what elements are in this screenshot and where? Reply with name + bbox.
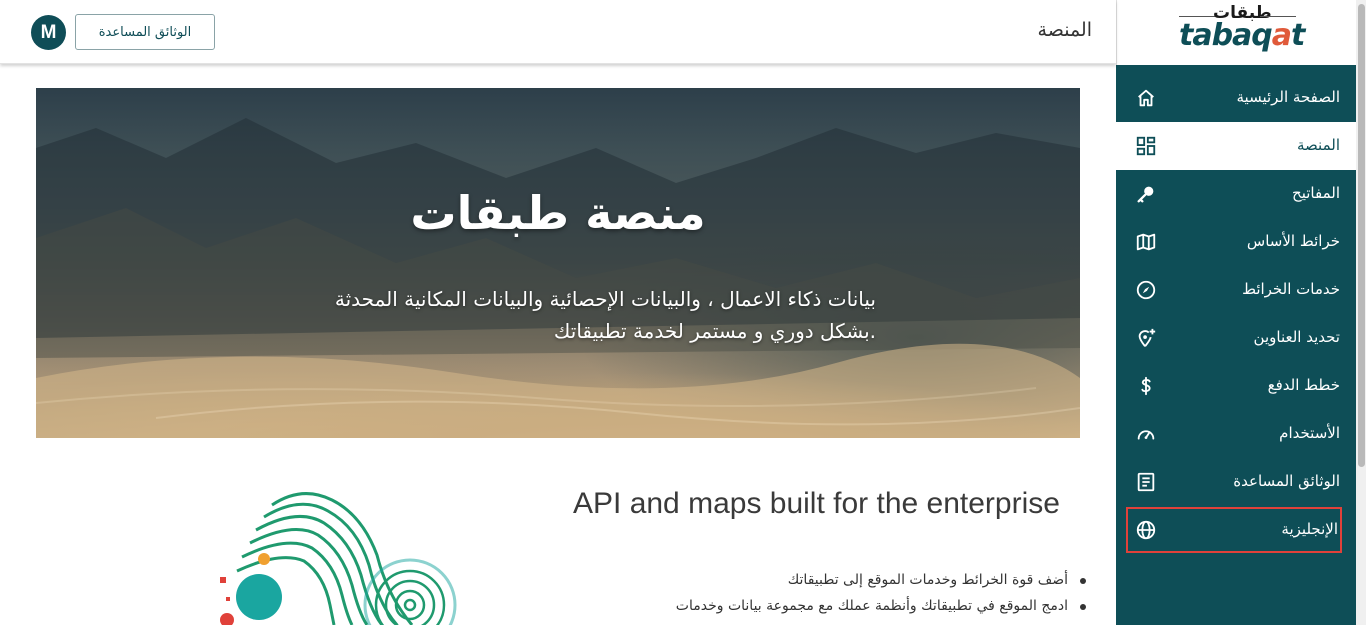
sidebar-item-map-services[interactable]: خدمات الخرائط <box>1116 266 1356 314</box>
sidebar-item-label: المفاتيح <box>1292 184 1340 202</box>
sidebar-item-english-language[interactable]: الإنجليزية <box>1125 506 1343 554</box>
key-icon <box>1137 186 1154 203</box>
sidebar-item-label: تحديد العناوين <box>1253 328 1340 346</box>
sidebar-item-payment-plans[interactable]: خطط الدفع <box>1116 362 1356 410</box>
section-title: API and maps built for the enterprise <box>573 487 1060 520</box>
sidebar-item-label: الصفحة الرئيسية <box>1236 88 1341 106</box>
sidebar-item-home[interactable]: الصفحة الرئيسية <box>1116 74 1356 122</box>
logo-latin-accent: a <box>1271 18 1292 53</box>
home-icon <box>1138 89 1154 107</box>
sidebar-item-label: خدمات الخرائط <box>1242 280 1340 298</box>
dollar-icon <box>1141 376 1151 396</box>
document-icon <box>1137 472 1155 492</box>
sidebar-item-label: الوثائق المساعدة <box>1233 472 1340 490</box>
speedometer-icon <box>1137 430 1155 440</box>
sidebar-item-usage[interactable]: الأستخدام <box>1116 410 1356 458</box>
top-header: M الوثائق المساعدة المنصة <box>0 0 1116 64</box>
sidebar-item-platform[interactable]: المنصة <box>1116 122 1356 170</box>
sidebar: طبقات tabaqat الصفحة الرئيسية المنصة الم… <box>1116 0 1356 625</box>
saudi-map-illustration <box>220 492 457 625</box>
compass-icon <box>1136 280 1156 300</box>
logo-line-left <box>1179 16 1215 17</box>
sidebar-item-basemaps[interactable]: خرائط الأساس <box>1116 218 1356 266</box>
sidebar-item-keys[interactable]: المفاتيح <box>1116 170 1356 218</box>
app-window: M الوثائق المساعدة المنصة طبقات tabaqat … <box>0 0 1366 625</box>
logo[interactable]: طبقات tabaqat <box>1116 0 1356 65</box>
sidebar-item-label: المنصة <box>1297 136 1340 154</box>
sidebar-item-label: الإنجليزية <box>1281 520 1338 538</box>
logo-latin-prefix: tabaq <box>1179 18 1273 53</box>
logo-line-right <box>1260 16 1296 17</box>
sidebar-item-documentation[interactable]: الوثائق المساعدة <box>1116 458 1356 506</box>
sidebar-item-geocoding[interactable]: تحديد العناوين <box>1116 314 1356 362</box>
location-add-icon <box>1138 328 1156 347</box>
sidebar-item-label: خطط الدفع <box>1267 376 1340 394</box>
feature-list-item: ادمج الموقع في تطبيقاتك وأنظمة عملك مع م… <box>590 598 1090 624</box>
logo-latin-suffix: t <box>1291 18 1305 53</box>
sidebar-item-label: خرائط الأساس <box>1246 232 1340 250</box>
hero-landscape-image <box>36 118 1080 438</box>
page-title: المنصة <box>1037 19 1092 41</box>
hero-banner: منصة طبقات بيانات ذكاء الاعمال ، والبيان… <box>36 88 1080 438</box>
page-scrollbar-thumb[interactable] <box>1358 4 1365 467</box>
documentation-button[interactable]: الوثائق المساعدة <box>75 14 215 50</box>
sidebar-nav: الصفحة الرئيسية المنصة المفاتيح خرائط ال… <box>1116 74 1356 554</box>
sidebar-item-label: الأستخدام <box>1279 424 1340 442</box>
hero-title: منصة طبقات <box>410 186 706 240</box>
dashboard-grid-icon <box>1136 136 1156 156</box>
feature-list-item: أضف قوة الخرائط وخدمات الموقع إلى تطبيقا… <box>590 572 1090 598</box>
logo-latin: tabaqat <box>1179 18 1305 53</box>
user-avatar[interactable]: M <box>31 15 66 50</box>
hero-subtitle-line-1: بيانات ذكاء الاعمال ، والبيانات الإحصائي… <box>334 287 876 311</box>
feature-list: أضف قوة الخرائط وخدمات الموقع إلى تطبيقا… <box>590 572 1090 624</box>
globe-icon <box>1136 520 1156 540</box>
map-icon <box>1136 233 1156 251</box>
hero-subtitle: بيانات ذكاء الاعمال ، والبيانات الإحصائي… <box>216 283 876 347</box>
hero-subtitle-line-2: بشكل دوري و مستمر لخدمة تطبيقاتك. <box>553 319 876 343</box>
